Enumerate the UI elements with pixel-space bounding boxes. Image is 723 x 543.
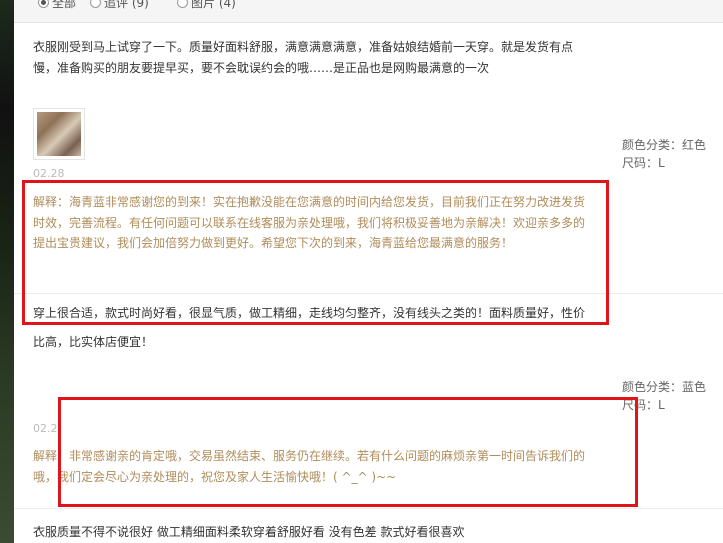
sku-size: 尺码：L bbox=[622, 156, 665, 170]
review-photo-thumbnail[interactable] bbox=[33, 108, 85, 160]
review-text: 衣服刚受到马上试穿了一下。质量好面料舒服，满意满意满意，准备姑娘结婚前一天穿。就… bbox=[33, 40, 574, 75]
review-filter-bar: 全部 追评 (9) 图片 (4) bbox=[14, 0, 723, 23]
sku-color: 颜色分类：蓝色 bbox=[622, 380, 707, 394]
radio-icon[interactable] bbox=[38, 0, 49, 8]
seller-reply: 解释：海青蓝非常感谢您的到来！实在抱歉没能在您满意的时间内给您发货，目前我们正在… bbox=[33, 195, 586, 250]
review-text: 衣服质量不得不说很好 做工精细面料柔软穿着舒服好看 没有色差 款式好看很喜欢 bbox=[33, 525, 465, 539]
filter-images-label: 图片 (4) bbox=[191, 0, 236, 10]
filter-all[interactable]: 全部 bbox=[38, 0, 76, 11]
filter-images[interactable]: 图片 (4) bbox=[177, 0, 236, 11]
sku-color: 颜色分类：红色 bbox=[622, 138, 707, 152]
filter-all-label: 全部 bbox=[52, 0, 77, 10]
sku-info: 颜色分类：蓝色 尺码：L bbox=[622, 378, 706, 414]
seller-reply: 解释：非常感谢亲的肯定哦，交易虽然结束、服务仍在继续。若有什么问题的麻烦亲第一时… bbox=[33, 449, 586, 484]
sku-size: 尺码：L bbox=[622, 398, 665, 412]
review-date: 02.28 bbox=[33, 167, 65, 180]
radio-icon[interactable] bbox=[177, 0, 188, 8]
review-text-line2: 穿上很合适，款式时尚好看，很显气质，做工精细，走线均匀整齐，没有线头之类的！面料… bbox=[33, 332, 588, 353]
review-date: 02.2 bbox=[33, 422, 58, 435]
sku-info: 颜色分类：红色 尺码：L bbox=[622, 136, 706, 172]
review-text-clipped: 穿上很合适，款式时尚好看，很显气质，做工精细，走线均匀整齐，没有线头之类的！面料… bbox=[33, 307, 593, 321]
review-divider bbox=[14, 293, 723, 294]
review-text: 穿上很合适，款式时尚好看，很显气质，做工精细，走线均匀整齐，没有线头之类的！面料… bbox=[33, 307, 586, 320]
review-divider bbox=[14, 508, 723, 509]
filter-followup-label: 追评 (9) bbox=[104, 0, 149, 10]
review-text-tail: 穿上很合适，款式时尚好看，很显气质，做工精细，走线均匀整齐，没有线头之类的！面料… bbox=[33, 335, 154, 349]
review-photo bbox=[37, 112, 81, 156]
radio-icon[interactable] bbox=[90, 0, 101, 8]
filter-followup[interactable]: 追评 (9) bbox=[90, 0, 149, 11]
left-edge-panel bbox=[0, 0, 14, 543]
